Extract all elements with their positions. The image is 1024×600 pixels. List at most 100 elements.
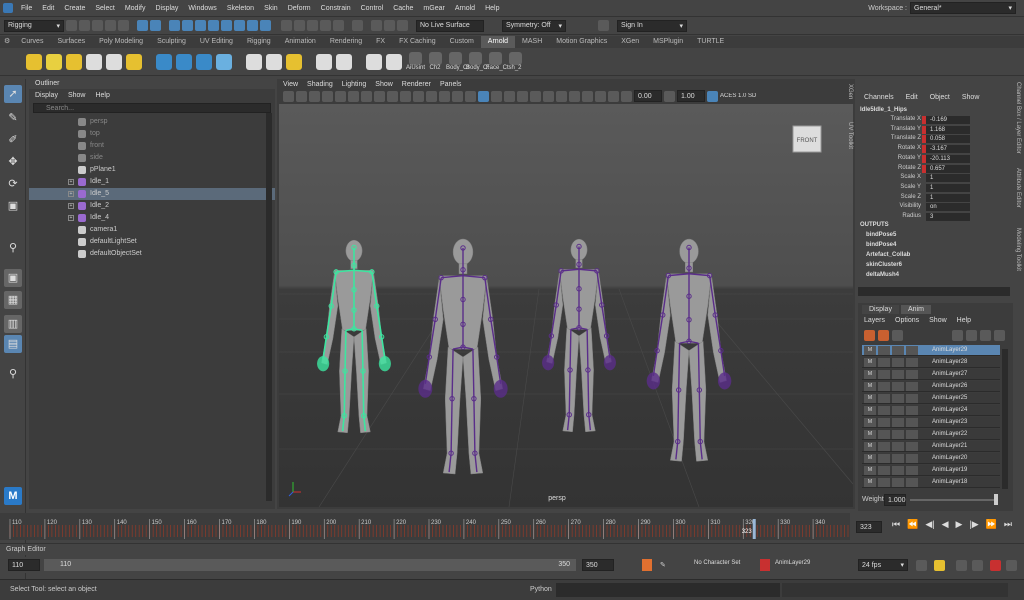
layer-lock-button[interactable] [892, 418, 904, 427]
save-scene-icon[interactable] [92, 20, 103, 31]
play-icon[interactable] [386, 53, 402, 70]
shadows-icon[interactable] [517, 90, 528, 102]
expand-icon[interactable]: + [68, 191, 74, 197]
skeleton-bone[interactable] [362, 370, 365, 416]
hand-joints[interactable] [542, 354, 555, 371]
record-icon[interactable] [990, 560, 1001, 571]
sculpt-icon[interactable] [598, 20, 609, 31]
select-hierarchy-icon[interactable] [137, 20, 148, 31]
channel-row-translate-x[interactable]: Translate X -0.169 [858, 116, 1013, 125]
skeleton-bone[interactable] [677, 343, 681, 391]
layer-mute-button[interactable]: M [864, 370, 876, 379]
play-forwards-icon[interactable]: ▶ [956, 519, 963, 530]
step-forward-frame-icon[interactable]: |▶ [969, 519, 978, 530]
single-layout-icon[interactable]: ▣ [4, 269, 22, 287]
standin-icon[interactable] [156, 53, 172, 70]
layer-mute-button[interactable]: M [864, 466, 876, 475]
skeleton-bone[interactable] [344, 330, 347, 372]
current-frame-field[interactable]: 323 [856, 521, 882, 533]
outliner-item-side[interactable]: side [29, 152, 275, 164]
sun-light-icon[interactable] [126, 53, 142, 70]
viewport-menu-renderer[interactable]: Renderer [402, 81, 431, 88]
weight-slider-track[interactable] [910, 499, 995, 501]
menu-skeleton[interactable]: Skeleton [222, 5, 259, 12]
layer-lock-button[interactable] [892, 466, 904, 475]
motion-blur-icon[interactable] [543, 90, 554, 102]
shelf-button-sh-2[interactable]: sh_2 [506, 52, 524, 71]
shelf-tab-curves[interactable]: Curves [14, 36, 50, 48]
default-material-icon[interactable] [452, 90, 463, 102]
mask-misc-icon[interactable] [260, 20, 271, 31]
anim-layer-row[interactable]: M AnimLayer24 [862, 405, 1000, 416]
shelf-tab-msplugin[interactable]: MSPlugin [646, 36, 690, 48]
use-lights-icon[interactable] [504, 90, 515, 102]
channel-value[interactable]: 1 [926, 193, 970, 202]
joint-tool-icon[interactable]: ⚲ [4, 239, 22, 257]
channel-box-scrollbar[interactable] [858, 287, 1010, 296]
outliner-item-idle-4[interactable]: + Idle_4 [29, 212, 275, 224]
layer-ghost-button[interactable] [906, 370, 918, 379]
volume-icon[interactable] [176, 53, 192, 70]
skeleton-bone[interactable] [586, 329, 589, 371]
shelf-button-body-ct[interactable]: Body_Ct [446, 52, 469, 71]
skeleton-bone[interactable] [472, 349, 475, 399]
spot-light-icon[interactable] [86, 53, 102, 70]
skeleton-bone[interactable] [569, 329, 572, 371]
layer-ghost-button[interactable] [906, 406, 918, 415]
material-icon[interactable] [216, 53, 232, 70]
layer-solo-button[interactable] [878, 442, 890, 451]
channel-row-scale-z[interactable]: Scale Z 1 [858, 193, 1013, 203]
cross-icon[interactable] [286, 53, 302, 70]
skeleton-bone[interactable] [473, 398, 476, 454]
output-artefact-collab[interactable]: Artefact_Collab [866, 252, 910, 258]
anim-layer-row[interactable]: M AnimLayer25 [862, 393, 1000, 404]
workspace-dropdown[interactable]: General* ▾ [910, 2, 1016, 14]
xray-icon[interactable] [465, 90, 476, 102]
eye-icon[interactable] [366, 53, 382, 70]
zero-key-icon[interactable] [980, 330, 991, 341]
colorspace-label[interactable]: ACES 1.0 SD [720, 93, 770, 99]
channel-value[interactable]: 0.058 [926, 135, 970, 144]
smooth-shade-icon[interactable] [439, 90, 450, 102]
channel-row-rotate-x[interactable]: Rotate X -3.167 [858, 145, 1013, 154]
outliner-scrollbar[interactable] [266, 113, 272, 501]
film-gate-icon[interactable] [348, 90, 359, 102]
range-end-field[interactable]: 350 [582, 559, 614, 571]
shelf-tab-uv-editing[interactable]: UV Editing [193, 36, 240, 48]
layer-lock-button[interactable] [892, 382, 904, 391]
anim-layer-row[interactable]: M AnimLayer23 [862, 417, 1000, 428]
menu-help[interactable]: Help [480, 5, 504, 12]
isolate-icon[interactable] [582, 90, 593, 102]
camera-attrs-icon[interactable] [296, 90, 307, 102]
channel-row-rotate-y[interactable]: Rotate Y -20.113 [858, 154, 1013, 164]
hand-joints[interactable] [378, 355, 391, 372]
shelf-tab-rigging[interactable]: Rigging [240, 36, 278, 48]
pattern-icon[interactable] [316, 53, 332, 70]
channel-value[interactable]: 0.657 [926, 164, 970, 173]
four-layout-icon[interactable]: ▦ [4, 291, 22, 309]
menu-windows[interactable]: Windows [183, 5, 221, 12]
menu-edit[interactable]: Edit [37, 5, 59, 12]
time-slider-ruler[interactable]: 110 120 130 140 150 160 170 180 190 200 210 220 230 2… [0, 513, 850, 540]
expand-icon[interactable]: + [68, 215, 74, 221]
output-skincluster6[interactable]: skinCluster6 [866, 262, 902, 268]
anim-layer-row[interactable]: M AnimLayer19 [862, 465, 1000, 476]
layer-mute-button[interactable]: M [864, 442, 876, 451]
channel-row-radius[interactable]: Radius 3 [858, 213, 1013, 222]
cache-playback-icon[interactable] [934, 560, 945, 571]
layer-solo-button[interactable] [878, 346, 890, 355]
step-back-frame-icon[interactable]: ◀| [925, 519, 934, 530]
gate-mask-icon[interactable] [374, 90, 385, 102]
skeleton-bone[interactable] [677, 389, 680, 442]
channel-menu-object[interactable]: Object [930, 94, 950, 101]
layer-ghost-button[interactable] [906, 382, 918, 391]
layer-lock-button[interactable] [892, 442, 904, 451]
layer-menu-layers[interactable]: Layers [864, 317, 885, 324]
layer-solo-button[interactable] [878, 382, 890, 391]
menu-constrain[interactable]: Constrain [316, 5, 356, 12]
expand-icon[interactable]: + [68, 179, 74, 185]
layer-mute-button[interactable]: M [864, 346, 876, 355]
image-plane-icon[interactable] [322, 90, 333, 102]
layer-lock-button[interactable] [892, 358, 904, 367]
auto-key-toggle-icon[interactable] [972, 560, 983, 571]
